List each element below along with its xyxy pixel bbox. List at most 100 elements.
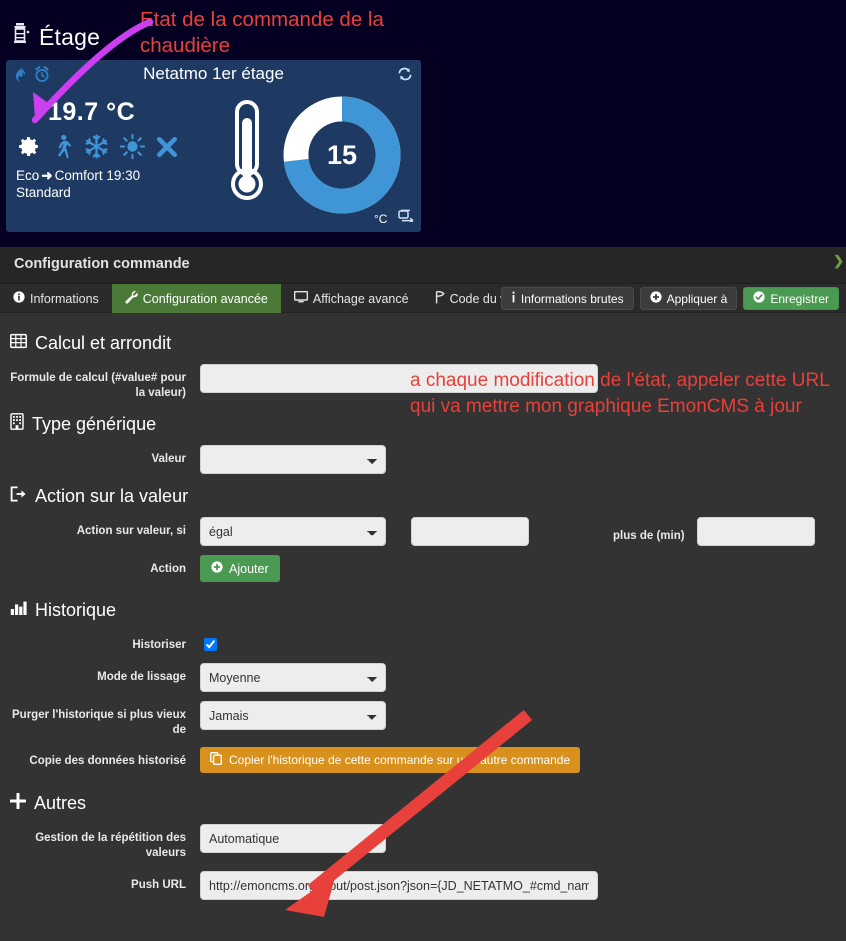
arrow-out-icon: [10, 486, 27, 507]
appliquer-a-label: Appliquer à: [666, 291, 728, 306]
informations-brutes-label: Informations brutes: [520, 291, 624, 306]
sun-icon[interactable]: [119, 133, 146, 164]
section-type-generique-label: Type générique: [32, 413, 157, 434]
section-action-label: Action sur la valeur: [35, 486, 189, 506]
tab-configuration-avancee[interactable]: Configuration avancée: [111, 284, 281, 313]
widget-temperature: 19.7 °C: [48, 98, 136, 126]
formule-label: Formule de calcul (#value# pour la valeu…: [10, 372, 186, 399]
schedule-from: Eco: [16, 168, 40, 183]
widget-mode-buttons: [16, 133, 178, 164]
tab-informations[interactable]: Informations: [0, 284, 112, 313]
widget-schedule: Eco ➜ Comfort 19:30: [16, 167, 140, 184]
toggle-history-icon[interactable]: [398, 209, 414, 227]
tab-affichage-avance-label: Affichage avancé: [312, 291, 409, 306]
row-valeur: Valeur: [0, 445, 846, 474]
plus-circle-icon: [211, 561, 223, 576]
row-lissage: Mode de lissage Moyenne: [0, 663, 846, 692]
historiser-checkbox[interactable]: [204, 638, 217, 651]
panel-toolbar: Informations brutes Appliquer à Enregist…: [500, 287, 839, 310]
action-duration-input[interactable]: [696, 517, 815, 546]
action-condition-select[interactable]: égal: [200, 517, 386, 546]
gear-icon[interactable]: [16, 134, 41, 164]
action-label: Action: [150, 563, 186, 575]
chevron-right-icon[interactable]: ❯: [833, 253, 844, 269]
gauge-setpoint: 15: [327, 140, 357, 170]
thermostat-widget[interactable]: Netatmo 1er étage 19.7 °C Eco ➜ Comfort …: [6, 60, 421, 232]
widget-header: Netatmo 1er étage: [6, 60, 421, 90]
bar-chart-icon: [10, 600, 27, 621]
screen-icon: [293, 290, 309, 306]
check-circle-icon: [753, 291, 765, 306]
ajouter-label: Ajouter: [229, 561, 269, 576]
purge-label: Purger l'historique si plus vieux de: [12, 709, 186, 736]
purge-select[interactable]: Jamais: [200, 701, 386, 730]
push-url-input[interactable]: [200, 871, 598, 900]
info-i-icon: [511, 291, 516, 306]
section-autres-title: Autres: [9, 792, 846, 814]
copy-icon: [209, 751, 222, 768]
action-duration-label: plus de (min): [613, 529, 685, 542]
row-action-condition: Action sur valeur, si égal plus de (min): [0, 517, 846, 546]
section-action-title: Action sur la valeur: [10, 486, 846, 507]
section-historique-title: Historique: [10, 600, 846, 621]
section-autres-label: Autres: [34, 793, 87, 813]
snowflake-icon[interactable]: [84, 134, 109, 164]
informations-brutes-button[interactable]: Informations brutes: [500, 287, 634, 310]
refresh-icon[interactable]: [398, 67, 412, 86]
row-repetition: Gestion de la répétition des valeurs Aut…: [0, 824, 846, 861]
tab-strip: Informations Configuration avancée Affic…: [0, 284, 846, 313]
person-walking-icon[interactable]: [52, 134, 73, 164]
plus-icon: [9, 792, 27, 814]
tab-informations-label: Informations: [30, 291, 99, 306]
plus-circle-icon: [649, 291, 662, 306]
row-push-url: Push URL: [0, 871, 846, 900]
code-icon: [435, 290, 445, 307]
widget-gauge: 15: [228, 92, 418, 227]
lamp-icon: [10, 21, 30, 53]
lissage-select[interactable]: Moyenne: [200, 663, 386, 692]
panel-title: Configuration commande: [14, 256, 190, 272]
building-icon: [10, 413, 24, 435]
copier-historique-label: Copier l'historique de cette commande su…: [229, 753, 571, 767]
widget-program: Standard: [16, 185, 71, 200]
panel-header: Configuration commande ❯: [0, 247, 846, 284]
section-calcul-label: Calcul et arrondit: [35, 333, 172, 353]
row-historiser: Historiser: [0, 631, 846, 654]
tab-affichage-avance[interactable]: Affichage avancé: [281, 284, 422, 313]
schedule-to: Comfort 19:30: [54, 168, 141, 183]
ajouter-button[interactable]: Ajouter: [200, 555, 280, 582]
dashboard-area: Étage Etat de la commande de la chaudièr…: [0, 0, 846, 247]
appliquer-a-button[interactable]: Appliquer à: [639, 287, 738, 310]
table-icon: [10, 333, 27, 354]
enregistrer-button[interactable]: Enregistrer: [743, 287, 839, 310]
lissage-label: Mode de lissage: [97, 671, 186, 683]
enregistrer-label: Enregistrer: [770, 291, 829, 306]
valeur-label: Valeur: [151, 453, 186, 465]
row-action-add: Action Ajouter: [0, 555, 846, 582]
repetition-select[interactable]: Automatique: [200, 824, 386, 853]
repetition-label: Gestion de la répétition des valeurs: [35, 832, 186, 859]
thermometer-icon: [231, 100, 263, 200]
row-purge: Purger l'historique si plus vieux de Jam…: [0, 701, 846, 738]
section-calcul-title: Calcul et arrondit: [10, 333, 846, 354]
wrench-icon: [125, 290, 138, 307]
schedule-arrow-icon: ➜: [41, 168, 53, 183]
action-threshold-input[interactable]: [411, 517, 529, 546]
valeur-select[interactable]: [200, 445, 386, 474]
dashboard-title: Étage: [10, 21, 100, 53]
annotation-mid-note: a chaque modification de l'état, appeler…: [410, 370, 830, 417]
row-copie: Copie des données historisé Copier l'his…: [0, 747, 846, 773]
tab-configuration-avancee-label: Configuration avancée: [142, 291, 268, 306]
tabs: Informations Configuration avancée Affic…: [0, 284, 549, 313]
configuration-panel: Configuration commande ❯ Informations Co…: [0, 247, 846, 941]
cross-icon[interactable]: [156, 136, 178, 163]
gauge-unit: °C: [374, 212, 388, 226]
widget-name: Netatmo 1er étage: [143, 64, 284, 83]
historiser-label: Historiser: [132, 639, 186, 651]
copie-label: Copie des données historisé: [29, 755, 186, 767]
section-historique-label: Historique: [35, 600, 117, 620]
info-icon: [13, 291, 25, 306]
action-condition-label: Action sur valeur, si: [76, 525, 186, 537]
copier-historique-button[interactable]: Copier l'historique de cette commande su…: [200, 747, 581, 773]
push-url-label: Push URL: [131, 879, 186, 891]
